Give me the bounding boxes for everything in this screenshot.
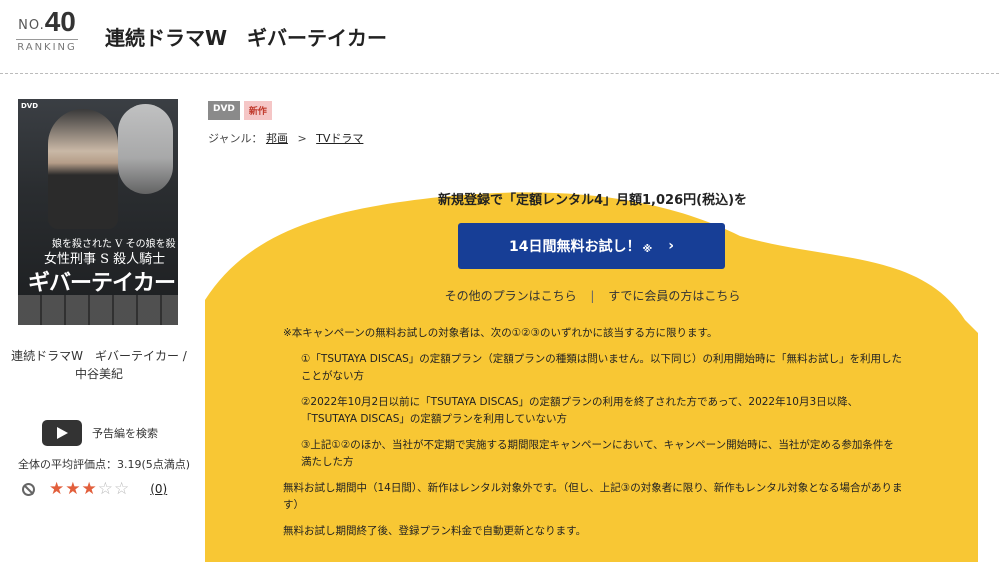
terms-note-renewal: 無料お試し期間終了後、登録プラン料金で自動更新となります。 — [283, 525, 587, 537]
rating-row: ★★★☆☆ (0) — [22, 479, 167, 499]
chevron-right-icon: › — [668, 238, 674, 254]
cover-dvd-logo: DVD — [21, 102, 39, 110]
genre-label: ジャンル： — [208, 132, 263, 145]
dvd-badge: DVD — [208, 101, 240, 120]
free-trial-label: 14日間無料お試し！ — [509, 239, 641, 255]
ranking-badge: NO.40 RANKING — [12, 6, 82, 53]
header-divider — [0, 73, 999, 74]
product-name: 連続ドラマW ギバーテイカー / 中谷美紀 — [11, 349, 187, 381]
stars-filled: ★★★ — [49, 479, 98, 499]
terms-condition-1: ①「TSUTAYA DISCAS」の定額プラン（定額プランの種類は問いません。以… — [301, 353, 902, 382]
review-count-link[interactable]: (0) — [150, 482, 167, 496]
cover-figure-woman — [48, 109, 118, 229]
genre-breadcrumb: ジャンル： 邦画 > TVドラマ — [208, 130, 363, 146]
play-icon — [42, 420, 82, 446]
free-trial-note-mark: ※ — [642, 243, 653, 255]
genre-link-tvdrama[interactable]: TVドラマ — [316, 132, 363, 145]
terms-intro: ※本キャンペーンの無料お試しの対象者は、次の①②③のいずれかに該当する方に限りま… — [283, 327, 718, 339]
other-plans-link[interactable]: その他のプランはこちら — [445, 289, 577, 303]
rating-average-label: 全体の平均評価点：3.19(5点満点) — [18, 458, 191, 471]
terms-condition-2: ②2022年10月2日以前に「TSUTAYA DISCAS」の定額プランの利用を… — [301, 396, 859, 425]
ranking-number: 40 — [44, 6, 76, 37]
product-cover-image[interactable]: DVD 娘を殺された V その娘を殺した 女性刑事 S 殺人騎士 ギバーテイカー — [18, 99, 178, 325]
ranking-no: NO. — [18, 18, 45, 33]
cover-cast-strip — [18, 295, 178, 325]
link-separator: | — [590, 289, 595, 303]
ranking-label: RANKING — [17, 42, 77, 53]
genre-link-hougaku[interactable]: 邦画 — [266, 132, 288, 145]
promo-links: その他のプランはこちら | すでに会員の方はこちら — [205, 287, 980, 304]
member-login-link[interactable]: すでに会員の方はこちら — [608, 289, 740, 303]
terms-note-new-releases: 無料お試し期間中（14日間）、新作はレンタル対象外です。（但し、上記③の対象者に… — [283, 482, 903, 511]
format-badges: DVD 新作 — [208, 101, 272, 120]
page-title: 連続ドラマW ギバーテイカー — [105, 26, 388, 50]
trailer-search-button[interactable]: 予告編を検索 — [42, 420, 158, 446]
prohibited-icon[interactable] — [22, 482, 35, 496]
trailer-label: 予告編を検索 — [92, 427, 158, 440]
stars-empty: ☆☆ — [97, 479, 131, 499]
cover-figure-man — [118, 104, 173, 194]
new-release-badge: 新作 — [243, 101, 272, 120]
campaign-terms: ※本キャンペーンの無料お試しの対象者は、次の①②③のいずれかに該当する方に限りま… — [283, 325, 903, 549]
cover-main-title: ギバーテイカー — [28, 271, 176, 296]
genre-arrow: > — [297, 132, 307, 145]
terms-condition-3: ③上記①②のほか、当社が不定期で実施する期間限定キャンペーンにおいて、キャンペー… — [301, 439, 894, 468]
star-rating: ★★★☆☆ — [49, 479, 130, 499]
promo-headline: 新規登録で「定額レンタル4」月額1,026円(税込)を — [437, 193, 748, 208]
free-trial-button[interactable]: 14日間無料お試し！ ※ › — [458, 223, 725, 269]
